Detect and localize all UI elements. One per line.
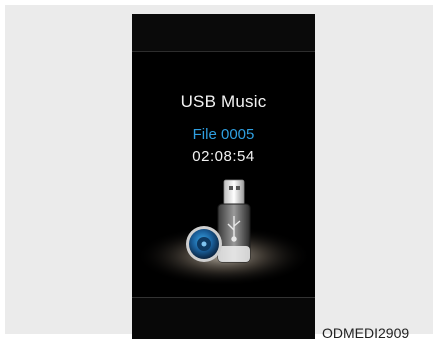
figure-code: ODMEDI2909 bbox=[322, 325, 410, 341]
music-disc-icon bbox=[186, 226, 222, 262]
file-number: File 0005 bbox=[192, 126, 255, 143]
usb-music-illustration bbox=[136, 179, 312, 286]
source-title: USB Music bbox=[180, 92, 267, 111]
top-status-bar bbox=[132, 14, 315, 52]
bottom-bar bbox=[132, 297, 315, 339]
play-time: 02:08:54 bbox=[192, 148, 255, 165]
head-unit-display: USB Music File 0005 02:08:54 bbox=[132, 14, 315, 339]
